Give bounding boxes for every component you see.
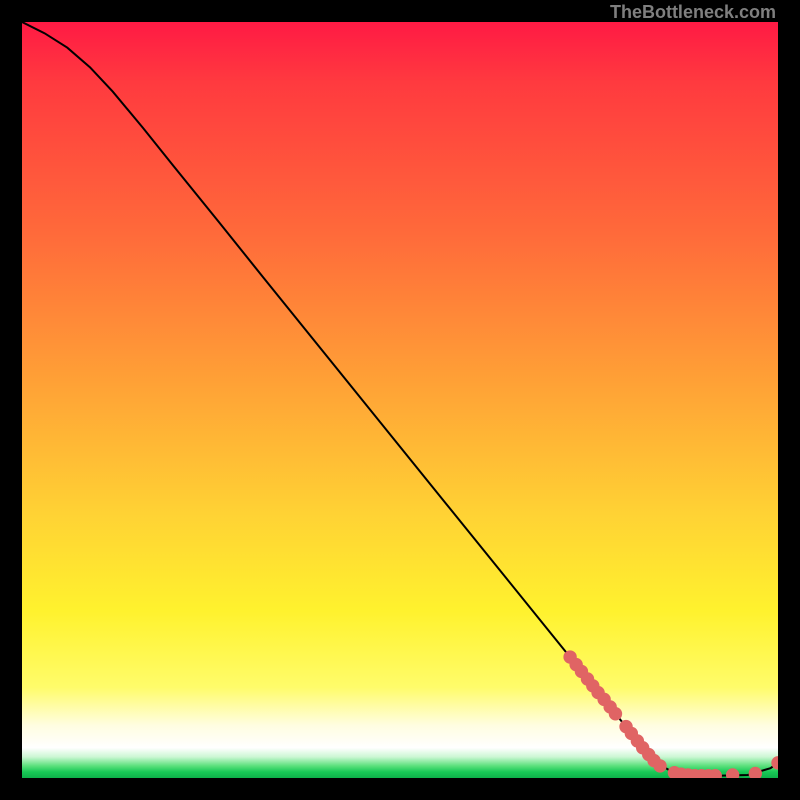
data-point — [709, 770, 721, 778]
chart-stage: TheBottleneck.com — [0, 0, 800, 800]
attribution-text: TheBottleneck.com — [610, 2, 776, 23]
data-point — [609, 708, 621, 720]
data-point — [654, 760, 666, 772]
bottleneck-curve — [22, 22, 778, 776]
chart-overlay — [22, 22, 778, 778]
data-markers — [564, 651, 778, 778]
data-point — [749, 767, 761, 778]
data-point — [726, 769, 738, 778]
